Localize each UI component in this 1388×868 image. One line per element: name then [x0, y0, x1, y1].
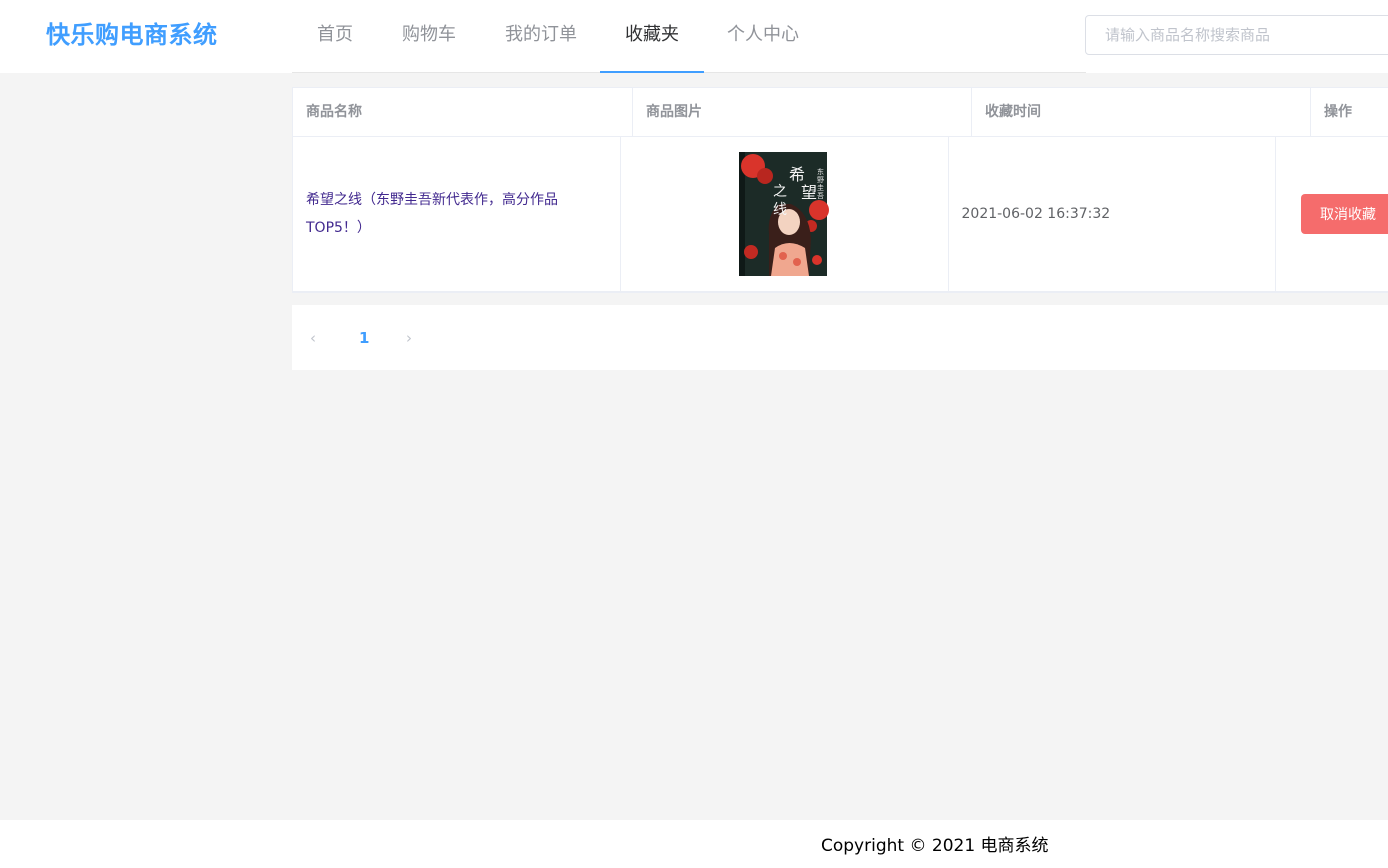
page-footer: Copyright © 2021 电商系统	[0, 820, 1388, 868]
table-header: 商品名称 商品图片 收藏时间 操作	[293, 88, 1388, 137]
next-page-button[interactable]: ›	[406, 325, 412, 351]
cell-name: 希望之线（东野圭吾新代表作，高分作品TOP5！）	[293, 137, 622, 291]
cover-title-text-1: 希	[789, 165, 805, 184]
cover-title-text-4: 线	[773, 202, 787, 218]
top-header: 快乐购电商系统 首页 购物车 我的订单 收藏夹 个人中心	[0, 0, 1388, 73]
site-logo[interactable]: 快乐购电商系统	[46, 19, 218, 51]
cover-author-text-1: 东	[817, 167, 824, 176]
favorite-time: 2021-06-02 16:37:32	[961, 206, 1111, 222]
prev-page-button[interactable]: ‹	[310, 325, 316, 351]
cancel-favorite-button[interactable]: 取消收藏	[1301, 194, 1388, 234]
nav-profile[interactable]: 个人中心	[702, 0, 824, 73]
cover-author-text-4: 吾	[817, 192, 824, 200]
copyright-text: Copyright © 2021 电商系统	[821, 836, 1049, 856]
search-input[interactable]	[1085, 15, 1388, 55]
cover-title-text-2: 望	[801, 183, 817, 202]
nav-orders[interactable]: 我的订单	[480, 0, 602, 73]
book-cover-image[interactable]: 希 望 之 线 东 野 圭 吾	[739, 152, 830, 276]
cover-author-text-2: 野	[817, 176, 824, 184]
page-number-current[interactable]: 1	[359, 325, 369, 351]
cell-action: 取消收藏	[1276, 137, 1388, 291]
col-header-time: 收藏时间	[972, 88, 1311, 136]
nav-cart[interactable]: 购物车	[377, 0, 481, 73]
nav-favorites[interactable]: 收藏夹	[600, 0, 704, 73]
table-row: 希望之线（东野圭吾新代表作，高分作品TOP5！） 希 望 之 线 东 野 圭 吾…	[293, 137, 1388, 292]
pagination: ‹ 1 ›	[292, 305, 1388, 370]
col-header-name: 商品名称	[293, 88, 633, 136]
cover-author-text-3: 圭	[817, 183, 824, 192]
cell-image: 希 望 之 线 东 野 圭 吾	[621, 137, 949, 291]
main-nav: 首页 购物车 我的订单 收藏夹 个人中心	[292, 0, 1086, 73]
cover-title-text-3: 之	[773, 184, 787, 200]
nav-home[interactable]: 首页	[292, 0, 378, 73]
col-header-action: 操作	[1324, 104, 1352, 120]
cell-time: 2021-06-02 16:37:32	[949, 137, 1276, 291]
product-name-link[interactable]: 希望之线（东野圭吾新代表作，高分作品TOP5！）	[306, 186, 620, 242]
col-header-image: 商品图片	[633, 88, 972, 136]
favorites-table: 商品名称 商品图片 收藏时间 操作 希望之线（东野圭吾新代表作，高分作品TOP5…	[292, 87, 1388, 293]
